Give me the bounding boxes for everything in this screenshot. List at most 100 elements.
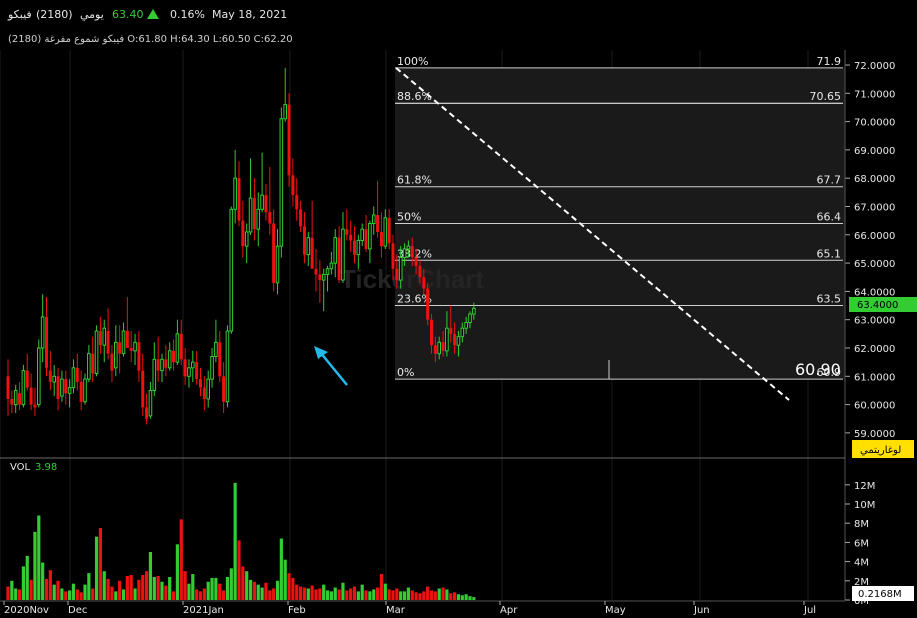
candle [91,336,95,382]
volume-bar [56,580,60,600]
volume-bar [453,592,457,600]
volume-bar [187,583,191,600]
candle [379,212,383,258]
volume-bar [268,590,272,600]
date-tick-label: Apr [500,605,518,616]
fib-level-label: 88.6% [397,90,432,103]
candle [318,260,322,303]
candle [83,373,87,405]
date-tick-label: Mar [386,605,406,616]
candle [37,339,41,408]
date-tick-label: Feb [288,605,306,616]
volume-bar [114,591,118,600]
candle [137,331,141,382]
fib-price-label: 71.9 [817,55,842,68]
candle [244,223,249,264]
volume-bar [125,576,129,600]
chart-area[interactable]: TickerChart 100% 71.9 88.6% 70.65 61.8% 67.7 5… [0,0,917,618]
volume-bar [225,576,230,600]
candle [179,319,183,365]
candle [71,359,76,394]
volume-bar [399,591,403,600]
volume-bar [245,571,249,600]
candle [114,325,118,377]
volume-bar [48,570,52,600]
fib-level-label: 100% [397,55,428,68]
candle [321,268,326,312]
date-axis[interactable]: 2020Nov Dec 2021Jan Feb Mar Apr May Jun Jul [0,600,845,616]
volume-bar [195,589,199,600]
volume-bar [429,590,434,600]
volume-bar [25,555,29,600]
volume-bar [295,584,299,600]
candle [156,336,160,382]
volume-bar [233,482,237,600]
candle [387,209,391,249]
price-tick-label: 64.0000 [854,287,895,298]
volume-bar [256,584,260,600]
candle [129,331,133,363]
volume-bar [164,585,168,600]
volume-bar [98,528,102,600]
volume-bar [152,576,156,600]
volume-bar [376,587,380,600]
candle [310,200,314,269]
volume-bar [337,589,341,600]
volume-bar [68,590,72,600]
volume-bars [6,482,476,600]
fib-price-label: 63.5 [817,293,842,306]
volume-bar [102,571,106,600]
candle [145,393,149,425]
fib-level-label: 61.8% [397,174,432,187]
fib-level-label: 50% [397,210,421,223]
candle [60,370,64,402]
candle [118,325,122,374]
candle [160,353,164,382]
log-scale-label[interactable]: لوغاريتمي [860,445,901,456]
candle [187,359,191,388]
candle [275,229,280,295]
price-annotation[interactable]: 60.90 [795,360,841,379]
price-tick-label: 62.0000 [854,344,895,355]
price-tick-label: 61.0000 [854,372,895,383]
candle [206,370,210,408]
volume-bar [52,584,56,600]
candle [175,319,180,365]
price-tick-label: 70.0000 [854,118,895,129]
candle [191,350,195,382]
arrow-annotation[interactable] [314,346,348,386]
candle [299,200,303,232]
candle [33,387,37,416]
candle [67,379,72,408]
candle [214,319,218,363]
volume-bar [395,588,399,600]
log-scale-button[interactable]: لوغاريتمي [852,440,914,458]
candle [329,251,334,275]
volume-bar [426,586,430,600]
volume-bar [141,575,145,600]
candle [260,152,264,213]
candle [233,149,237,224]
candle [40,294,45,363]
price-tick-label: 71.0000 [854,89,895,100]
candle [341,212,345,283]
volume-bar [91,588,95,600]
volume-bar [237,540,241,600]
candle [106,308,110,360]
candle [202,376,206,411]
volume-bar [464,594,468,600]
volume-bar [83,584,87,600]
candle [360,223,364,247]
volume-bar [206,581,210,600]
candle [87,345,91,382]
volume-bar [356,591,360,600]
volume-bar [110,586,114,600]
candle [75,353,79,391]
price-tick-label: 59.0000 [854,429,895,440]
candle [125,297,129,348]
volume-bar [379,574,384,600]
date-tick-label: Dec [68,605,87,616]
volume-bar [202,588,206,600]
volume-bar [168,576,172,600]
price-axis[interactable]: 72.0000 71.0000 70.0000 69.0000 68.0000 67.00… [844,50,895,600]
